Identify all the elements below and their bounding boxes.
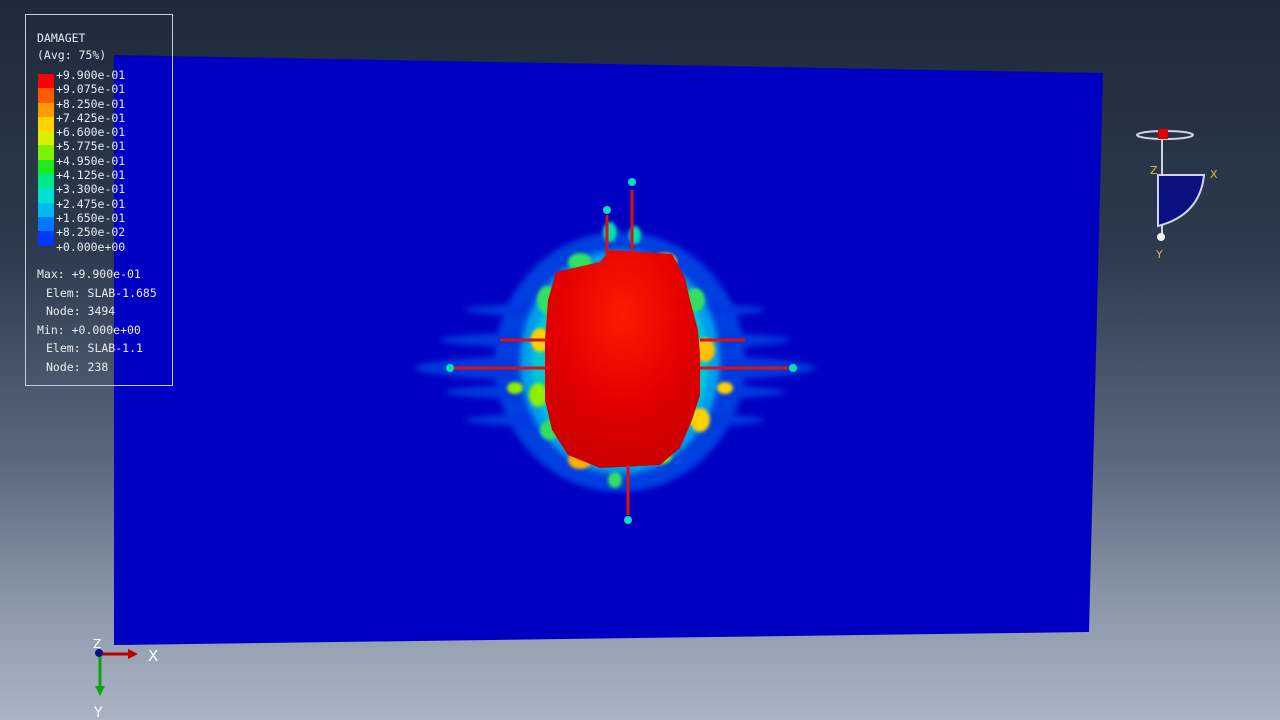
legend-max-elem: Elem: SLAB-1.685 [46, 285, 157, 300]
view-triad-z-label: Z [1150, 164, 1158, 177]
legend-swatch [38, 88, 54, 103]
view-triad-x-label: X [1210, 168, 1218, 181]
legend-variable-name: DAMAGET [37, 31, 86, 45]
view-orientation-triad[interactable]: Z X Y [1136, 129, 1218, 261]
legend-tick-label: +8.250e-02 [56, 225, 126, 240]
global-triad-y-label: Y [93, 705, 103, 720]
legend-swatch [38, 188, 54, 203]
legend-swatch [38, 116, 54, 132]
legend-tick-label: +7.425e-01 [56, 110, 126, 125]
legend-min-node: Node: 238 [46, 359, 109, 374]
legend-tick-label: +9.075e-01 [56, 82, 126, 97]
legend-color-bar [38, 74, 54, 246]
legend-swatch [38, 216, 54, 232]
legend-tick-label: +4.950e-01 [56, 153, 126, 168]
legend-tick-label: +8.250e-01 [56, 96, 126, 111]
legend-tick-label: +3.300e-01 [56, 182, 126, 197]
legend-tick-label: +9.900e-01 [56, 68, 126, 82]
global-triad-x-label: X [148, 647, 158, 665]
legend-swatch [38, 74, 54, 89]
legend-min-elem: Elem: SLAB-1.1 [46, 341, 143, 355]
view-triad-y-label: Y [1155, 248, 1163, 261]
legend-min-value: Min: +0.000e+00 [37, 322, 141, 337]
legend-swatch [38, 102, 54, 117]
legend-tick-label: +2.475e-01 [56, 196, 126, 211]
legend-tick-label: +6.600e-01 [56, 125, 126, 140]
legend-tick-labels: +9.900e-01 +9.075e-01 +8.250e-01 +7.425e-01… [56, 68, 125, 254]
legend-max-value: Max: +9.900e-01 [37, 267, 141, 281]
legend-tick-label: +5.775e-01 [56, 139, 126, 154]
legend-max-node: Node: 3494 [46, 304, 116, 318]
global-triad-z-label: Z [93, 637, 101, 651]
legend-swatch [38, 231, 54, 246]
legend-tick-label: +1.650e-01 [56, 210, 126, 225]
legend-tick-label: +0.000e+00 [56, 239, 126, 254]
legend-averaging: (Avg: 75%) [37, 48, 107, 62]
legend-swatch [38, 202, 54, 217]
legend-swatch [38, 159, 54, 175]
legend-swatch [38, 131, 54, 146]
legend-stats: Max: +9.900e-01 Elem: SLAB-1.685 Node: 3… [37, 265, 157, 376]
legend-tick-label: +4.125e-01 [56, 168, 126, 183]
global-axis-triad: X Z Y [93, 637, 158, 720]
model-viewport[interactable]: Z X Y X Z Y [0, 0, 1280, 720]
contour-legend[interactable]: DAMAGET (Avg: 75%) +9.900e-01 +9.075e-01 +… [25, 14, 173, 386]
legend-swatch [38, 145, 54, 160]
legend-swatch [38, 174, 54, 189]
